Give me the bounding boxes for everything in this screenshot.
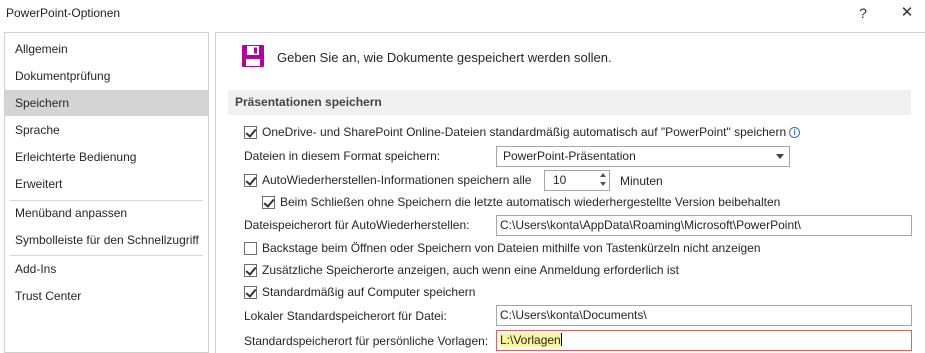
save-to-computer-label: Standardmäßig auf Computer speichern bbox=[262, 285, 476, 299]
save-to-computer-checkbox[interactable] bbox=[244, 286, 257, 299]
backstage-checkbox[interactable] bbox=[244, 242, 257, 255]
autorecover-label: AutoWiederherstellen-Informationen speic… bbox=[262, 173, 532, 187]
sidebar-item-trust-center[interactable]: Trust Center bbox=[5, 283, 208, 309]
close-button[interactable]: ✕ bbox=[897, 2, 917, 24]
info-icon[interactable]: i bbox=[789, 127, 801, 138]
templates-path-value: L:\Vorlagen bbox=[500, 333, 561, 347]
sidebar-item-erleichterte-bedienung[interactable]: Erleichterte Bedienung bbox=[5, 144, 208, 170]
autorecover-unit: Minuten bbox=[620, 174, 663, 188]
text-cursor bbox=[560, 333, 562, 346]
templates-path-input[interactable]: L:\Vorlagen bbox=[496, 330, 912, 351]
autorecover-minutes-value: 10 bbox=[553, 173, 567, 187]
templates-path-label: Standardspeicherort für persönliche Vorl… bbox=[244, 334, 489, 348]
sidebar-item-erweitert[interactable]: Erweitert bbox=[5, 171, 208, 197]
section-title: Präsentationen speichern bbox=[228, 90, 911, 115]
spin-down-icon[interactable] bbox=[600, 182, 606, 186]
sidebar-item-allgemein[interactable]: Allgemein bbox=[5, 36, 208, 62]
sidebar-item-symbolleiste[interactable]: Symbolleiste für den Schnellzugriff bbox=[5, 227, 208, 253]
autorecover-minutes-stepper[interactable]: 10 bbox=[544, 170, 610, 191]
autorecover-path-label: Dateispeicherort für AutoWiederherstelle… bbox=[244, 218, 470, 232]
additional-locations-label: Zusätzliche Speicherorte anzeigen, auch … bbox=[262, 263, 679, 277]
page-header-text: Geben Sie an, wie Dokumente gespeichert … bbox=[277, 50, 612, 65]
options-panel: Geben Sie an, wie Dokumente gespeichert … bbox=[215, 32, 925, 353]
sidebar-item-sprache[interactable]: Sprache bbox=[5, 117, 208, 143]
backstage-label: Backstage beim Öffnen oder Speichern von… bbox=[262, 241, 761, 255]
local-path-input[interactable]: C:\Users\konta\Documents\ bbox=[496, 305, 912, 326]
onedrive-autosave-label: OneDrive- und SharePoint Online-Dateien … bbox=[262, 125, 787, 139]
keep-last-version-checkbox[interactable] bbox=[262, 196, 275, 209]
title-bar: PowerPoint-Optionen ? ✕ bbox=[0, 0, 925, 28]
additional-locations-checkbox[interactable] bbox=[244, 264, 257, 277]
format-label: Dateien in diesem Format speichern: bbox=[244, 149, 441, 163]
onedrive-autosave-row: OneDrive- und SharePoint Online-Dateien … bbox=[262, 122, 801, 142]
format-dropdown-value: PowerPoint-Präsentation bbox=[503, 149, 636, 163]
spin-up-icon[interactable] bbox=[600, 173, 606, 177]
window-title: PowerPoint-Optionen bbox=[6, 6, 121, 20]
help-button[interactable]: ? bbox=[853, 2, 873, 24]
onedrive-autosave-checkbox[interactable] bbox=[244, 126, 257, 139]
sidebar-item-speichern[interactable]: Speichern bbox=[5, 90, 208, 116]
chevron-down-icon bbox=[776, 154, 784, 159]
keep-last-version-label: Beim Schließen ohne Speichern die letzte… bbox=[280, 195, 781, 209]
sidebar: Allgemein Dokumentprüfung Speichern Spra… bbox=[4, 32, 209, 353]
sidebar-item-menueband-anpassen[interactable]: Menüband anpassen bbox=[5, 200, 208, 226]
save-icon bbox=[242, 45, 264, 67]
sidebar-item-dokumentpruefung[interactable]: Dokumentprüfung bbox=[5, 63, 208, 89]
local-path-label: Lokaler Standardspeicherort für Datei: bbox=[244, 309, 447, 323]
autorecover-checkbox[interactable] bbox=[244, 174, 257, 187]
autorecover-path-input[interactable]: C:\Users\konta\AppData\Roaming\Microsoft… bbox=[496, 215, 912, 236]
format-dropdown[interactable]: PowerPoint-Präsentation bbox=[496, 146, 790, 167]
sidebar-item-add-ins[interactable]: Add-Ins bbox=[5, 256, 208, 282]
